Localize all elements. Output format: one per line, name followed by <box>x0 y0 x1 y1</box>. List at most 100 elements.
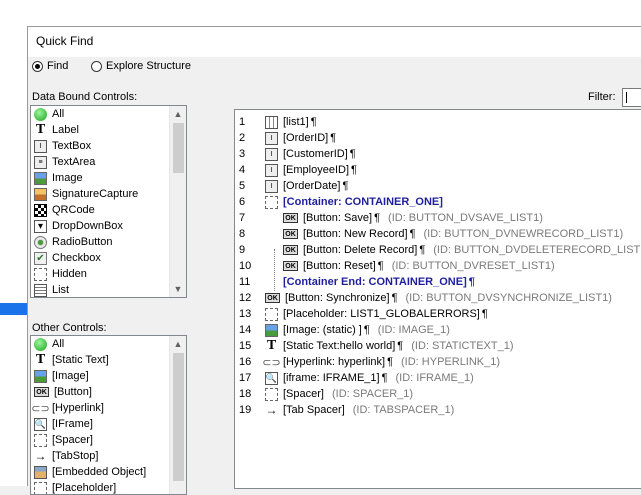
line-number: 6 <box>239 196 246 208</box>
data-bound-item[interactable]: ▾ DropDownBox <box>31 218 186 234</box>
other-item[interactable]: T [Static Text] <box>31 352 186 368</box>
tree-row[interactable]: 8 OK [Button: New Record] ¶ (ID: BUTTON_DVNE… <box>235 226 641 242</box>
iframe-icon: 🔍 <box>34 417 47 431</box>
scroll-up-icon[interactable]: ▲ <box>170 336 186 352</box>
find-radio[interactable]: Find <box>32 60 68 72</box>
tree-row[interactable]: 6 [Container: CONTAINER_ONE] <box>235 194 641 210</box>
line-number: 15 <box>239 340 252 352</box>
background-area <box>0 26 27 486</box>
other-item-label: [Image] <box>52 370 89 382</box>
tree-row[interactable]: 18 [Spacer] (ID: SPACER_1) <box>235 386 641 402</box>
tree-row[interactable]: 19 → [Tab Spacer] (ID: TABSPACER_1) <box>235 402 641 418</box>
data-bound-controls-list[interactable]: All T Label I TextBox ≡ TextArea Image Signature… <box>30 105 187 298</box>
explore-structure-radio-button[interactable] <box>91 60 102 72</box>
data-bound-item-label: QRCode <box>52 204 95 216</box>
other-item[interactable]: → [TabStop] <box>31 448 186 464</box>
scroll-down-icon[interactable]: ▼ <box>170 281 186 297</box>
tree-row[interactable]: 14 [Image: (static) ] ¶ (ID: IMAGE_1) <box>235 322 641 338</box>
textbox-icon: I <box>265 131 278 145</box>
explore-structure-radio-label: Explore Structure <box>106 60 191 72</box>
tree-row[interactable]: 13 [Placeholder: LIST1_GLOBALERRORS] ¶ <box>235 306 641 322</box>
data-bound-item-label: Image <box>52 172 83 184</box>
tree-row-text: [Button: Save] <box>303 212 373 224</box>
all-icon <box>34 107 47 121</box>
container-icon <box>265 195 278 209</box>
tree-row[interactable]: 1 [list1] ¶ <box>235 114 641 130</box>
data-bound-scrollbar[interactable]: ▲ ▼ <box>169 106 186 297</box>
paragraph-mark: ¶ <box>468 276 475 288</box>
scroll-thumb[interactable] <box>173 353 184 481</box>
paragraph-mark: ¶ <box>377 260 384 272</box>
structure-tree[interactable]: 1 [list1] ¶ 2 I [OrderID] ¶ 3 I [CustomerID] ¶ 4 I [E… <box>234 109 641 489</box>
data-bound-item-label: All <box>52 108 65 120</box>
tree-row-text: [Placeholder: LIST1_GLOBALERRORS] <box>283 308 480 320</box>
tree-row[interactable]: 3 I [CustomerID] ¶ <box>235 146 641 162</box>
tree-row[interactable]: 17 🔍 [iframe: IFRAME_1] ¶ (ID: IFRAME_1) <box>235 370 641 386</box>
other-item[interactable]: All <box>31 336 186 352</box>
static-text-icon: T <box>35 352 46 367</box>
tree-row[interactable]: 5 I [OrderDate] ¶ <box>235 178 641 194</box>
button-icon: OK <box>283 245 298 255</box>
tree-row-id: (ID: BUTTON_DVDELETERECORD_LIST1) <box>433 244 641 256</box>
data-bound-item[interactable]: I TextBox <box>31 138 186 154</box>
other-controls-scrollbar[interactable]: ▲ <box>169 336 186 494</box>
data-bound-item[interactable]: Image <box>31 170 186 186</box>
line-number: 19 <box>239 404 252 416</box>
scroll-thumb[interactable] <box>173 123 184 173</box>
data-bound-item[interactable]: QRCode <box>31 202 186 218</box>
other-item[interactable]: [Placeholder] <box>31 480 186 494</box>
textarea-icon: ≡ <box>34 155 47 169</box>
button-icon: OK <box>34 387 49 397</box>
line-number: 2 <box>239 132 246 144</box>
line-number: 17 <box>239 372 252 384</box>
scroll-up-icon[interactable]: ▲ <box>170 106 186 122</box>
paragraph-mark: ¶ <box>387 356 394 368</box>
filter-label: Filter: <box>588 91 616 103</box>
data-bound-item[interactable]: ✔ Checkbox <box>31 250 186 266</box>
line-number: 8 <box>239 228 246 240</box>
embedded-object-icon <box>34 465 47 479</box>
other-item[interactable]: OK [Button] <box>31 384 186 400</box>
all-icon <box>34 337 47 351</box>
tree-row[interactable]: 12 OK [Button: Synchronize] ¶ (ID: BUTTON_DV… <box>235 290 641 306</box>
data-bound-item-label: RadioButton <box>52 236 113 248</box>
other-item-label: [Hyperlink] <box>52 402 104 414</box>
tree-row[interactable]: 11 [Container End: CONTAINER_ONE] ¶ <box>235 274 641 290</box>
tree-row[interactable]: 2 I [OrderID] ¶ <box>235 130 641 146</box>
placeholder-icon <box>265 307 278 321</box>
explore-structure-radio[interactable]: Explore Structure <box>91 60 191 72</box>
data-bound-item[interactable]: All <box>31 106 186 122</box>
tree-row[interactable]: 7 OK [Button: Save] ¶ (ID: BUTTON_DVSAVE_LIS… <box>235 210 641 226</box>
tree-row-text: [Hyperlink: hyperlink] <box>283 356 386 368</box>
data-bound-item[interactable]: RadioButton <box>31 234 186 250</box>
other-controls-list[interactable]: All T [Static Text] [Image] OK [Button] ⊂⊃ [Hyp… <box>30 335 187 495</box>
data-bound-item-label: DropDownBox <box>52 220 123 232</box>
data-bound-item[interactable]: List <box>31 282 186 297</box>
other-item[interactable]: [Spacer] <box>31 432 186 448</box>
tree-row[interactable]: 16 ⊂⊃ [Hyperlink: hyperlink] ¶ (ID: HYPERLIN… <box>235 354 641 370</box>
tree-row-text: [OrderDate] <box>283 180 341 192</box>
other-item[interactable]: 🔍 [IFrame] <box>31 416 186 432</box>
line-number: 14 <box>239 324 252 336</box>
other-item[interactable]: ⊂⊃ [Hyperlink] <box>31 400 186 416</box>
tree-row[interactable]: 10 OK [Button: Reset] ¶ (ID: BUTTON_DVRESET_… <box>235 258 641 274</box>
tree-row[interactable]: 15 T [Static Text:hello world] ¶ (ID: STATIC… <box>235 338 641 354</box>
tree-row[interactable]: 9 OK [Button: Delete Record] ¶ (ID: BUTTON_D… <box>235 242 641 258</box>
find-radio-label: Find <box>47 60 69 72</box>
data-bound-item[interactable]: T Label <box>31 122 186 138</box>
other-item-label: [Spacer] <box>52 434 93 446</box>
data-bound-item[interactable]: Hidden <box>31 266 186 282</box>
filter-input[interactable] <box>622 88 641 107</box>
spacer-icon <box>265 387 278 401</box>
textbox-icon: I <box>34 139 47 153</box>
data-bound-item[interactable]: SignatureCapture <box>31 186 186 202</box>
tree-row[interactable]: 4 I [EmployeeID] ¶ <box>235 162 641 178</box>
data-bound-item[interactable]: ≡ TextArea <box>31 154 186 170</box>
find-radio-button[interactable] <box>32 60 43 72</box>
tree-row-text: [Spacer] <box>283 388 324 400</box>
other-item[interactable]: [Embedded Object] <box>31 464 186 480</box>
other-item[interactable]: [Image] <box>31 368 186 384</box>
line-number: 9 <box>239 244 246 256</box>
line-number: 5 <box>239 180 246 192</box>
paragraph-mark: ¶ <box>381 372 388 384</box>
